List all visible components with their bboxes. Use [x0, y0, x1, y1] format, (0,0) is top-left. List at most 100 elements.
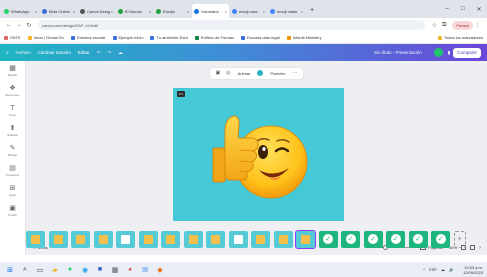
sidebar-item[interactable]: ⊞ Apps	[0, 181, 25, 201]
minimize-button[interactable]: –	[439, 6, 455, 12]
page-thumbnail[interactable]: ✓	[431, 230, 450, 248]
page-thumbnail[interactable]: ✓	[318, 230, 338, 248]
page-thumbnail[interactable]	[138, 230, 158, 248]
sidebar-item[interactable]: ▣ Fondo	[0, 201, 25, 221]
reload-icon[interactable]: ↻	[24, 22, 34, 29]
page-thumbnail[interactable]	[48, 230, 68, 248]
canva-menu-item[interactable]: Cambiar tamaño	[38, 50, 71, 56]
bookmark-item[interactable]: Eventos escolar	[71, 35, 106, 40]
add-page-button[interactable]: +	[453, 230, 466, 248]
page-thumbnail[interactable]	[183, 230, 203, 248]
animate-button[interactable]: Animar	[238, 71, 251, 76]
bookmark-item[interactable]: Escuela dato legal	[241, 35, 280, 40]
animate-icon[interactable]: ◎	[226, 70, 230, 76]
close-tab-icon[interactable]: ×	[73, 9, 75, 14]
page-thumbnail[interactable]: ✓	[386, 230, 405, 248]
canva-menu-item[interactable]: ↷	[107, 50, 111, 56]
all-bookmarks-link[interactable]: Todos los marcadores	[437, 35, 483, 40]
close-tab-icon[interactable]: ×	[111, 9, 113, 14]
tray-icon[interactable]: ☁	[441, 267, 445, 272]
tray-icon[interactable]: ESP	[429, 267, 437, 272]
bookmark-item[interactable]: Edificio de Formac	[194, 35, 234, 40]
url-input[interactable]: canva.com/design/DAF...h0/edit	[38, 20, 426, 30]
app-icon[interactable]: ◆	[154, 264, 166, 276]
page-thumbnail[interactable]	[116, 230, 135, 248]
position-button[interactable]: Posición	[270, 71, 285, 76]
canva-menu-item[interactable]: ↶	[97, 50, 101, 56]
browser-tab[interactable]: emoji maikr ×	[268, 4, 305, 18]
bookmark-item[interactable]: Inicio | Dream Ex	[27, 35, 64, 40]
browser-menu-icon[interactable]: ⋮	[473, 22, 483, 29]
store-icon[interactable]: ▦	[109, 264, 121, 276]
canva-menu-item[interactable]: Archivo	[16, 50, 31, 56]
search-icon[interactable]: ⌕	[19, 264, 31, 276]
browser-tab[interactable]: Beta Online ×	[40, 4, 77, 18]
page-thumbnail[interactable]: ✓	[408, 230, 428, 248]
page-thumbnail[interactable]	[206, 230, 225, 248]
bookmark-item[interactable]: Ejemplo Inicio	[112, 35, 143, 40]
close-tab-icon[interactable]: ×	[263, 9, 265, 14]
word-icon[interactable]: ■	[94, 264, 106, 276]
browser-tab[interactable]: Emojis ×	[154, 4, 191, 18]
browser-tab[interactable]: El Mundo ×	[116, 4, 153, 18]
back-icon[interactable]: ←	[4, 22, 14, 28]
close-window-button[interactable]: ✕	[471, 6, 487, 13]
browser-tab[interactable]: Canva Design ×	[78, 4, 115, 18]
color-swatch[interactable]	[257, 70, 264, 76]
edit-image-icon[interactable]: ▣	[216, 70, 221, 76]
page-thumbnail[interactable]	[71, 230, 90, 248]
page-thumbnail[interactable]: ✓	[341, 230, 360, 248]
page-thumbnail[interactable]	[93, 230, 113, 248]
profile-button[interactable]: Pausar	[452, 20, 473, 30]
page-thumbnail[interactable]: ✓	[363, 230, 383, 248]
close-tab-icon[interactable]: ×	[35, 9, 37, 14]
design-page[interactable]: P.1	[173, 88, 344, 221]
task-view-icon[interactable]: ▭	[34, 264, 46, 276]
page-thumbnail[interactable]	[273, 230, 293, 248]
sidebar-item[interactable]: ▤ Proyectos	[0, 161, 25, 181]
sidebar-item[interactable]: ▦ Diseño	[0, 61, 25, 81]
browser-tab[interactable]: emoji cara ×	[230, 4, 267, 18]
user-avatar[interactable]	[433, 48, 443, 57]
page-thumbnail[interactable]	[161, 230, 180, 248]
edge-icon[interactable]: ◉	[79, 264, 91, 276]
close-tab-icon[interactable]: ×	[301, 9, 303, 14]
browser-tab[interactable]: WhatsApp ×	[2, 4, 39, 18]
canva-menu-item[interactable]: ☁	[118, 50, 123, 56]
stats-icon[interactable]: ▮	[448, 50, 450, 56]
page-thumbnail[interactable]	[228, 230, 248, 248]
tray-icon[interactable]: 🔊	[449, 267, 454, 272]
design-title[interactable]: Sin título - Presentación	[374, 50, 422, 55]
close-tab-icon[interactable]: ×	[225, 9, 227, 14]
sidebar-item[interactable]: T Texto	[0, 101, 25, 121]
share-button[interactable]: Compartir	[453, 47, 481, 58]
page-thumbnail[interactable]	[295, 229, 316, 249]
sidebar-item[interactable]: ❖ Elementos	[0, 81, 25, 101]
canva-menu-item[interactable]: Editar	[78, 50, 90, 56]
maximize-button[interactable]: □	[455, 6, 471, 12]
whatsapp-icon[interactable]: ●	[64, 264, 76, 276]
bookmark-item[interactable]: Infantil Ministery	[286, 35, 322, 40]
clock[interactable]: 10:53 a.m. 12/09/2023	[459, 265, 483, 275]
new-tab-button[interactable]: +	[306, 4, 318, 18]
more-options-icon[interactable]: ···	[292, 70, 297, 76]
mail-icon[interactable]: ✉	[139, 264, 151, 276]
page-thumbnail[interactable]	[251, 230, 270, 248]
sidebar-item[interactable]: ⬆ Subidos	[0, 121, 25, 141]
bookmark-star-icon[interactable]: ☆	[429, 22, 439, 29]
chrome-icon[interactable]: ◕	[124, 264, 136, 276]
close-tab-icon[interactable]: ×	[187, 9, 189, 14]
home-icon[interactable]: ≡	[6, 50, 9, 55]
thumbs-up-wink-emoji-icon[interactable]	[173, 88, 344, 221]
tray-icon[interactable]: ^	[423, 267, 425, 272]
sidebar-item[interactable]: ✎ Dibujar	[0, 141, 25, 161]
page-thumbnail[interactable]	[26, 230, 45, 248]
file-explorer-icon[interactable]: ▰	[49, 264, 61, 276]
bookmark-item[interactable]: SNTE	[4, 35, 21, 40]
extensions-icon[interactable]: ⧉	[439, 22, 449, 29]
browser-tab[interactable]: Voluntario ×	[192, 4, 229, 18]
forward-icon[interactable]: →	[14, 22, 24, 28]
bookmark-item[interactable]: Tu ambiente Edut	[150, 35, 188, 40]
start-icon[interactable]: ⊞	[4, 264, 16, 276]
close-tab-icon[interactable]: ×	[149, 9, 151, 14]
